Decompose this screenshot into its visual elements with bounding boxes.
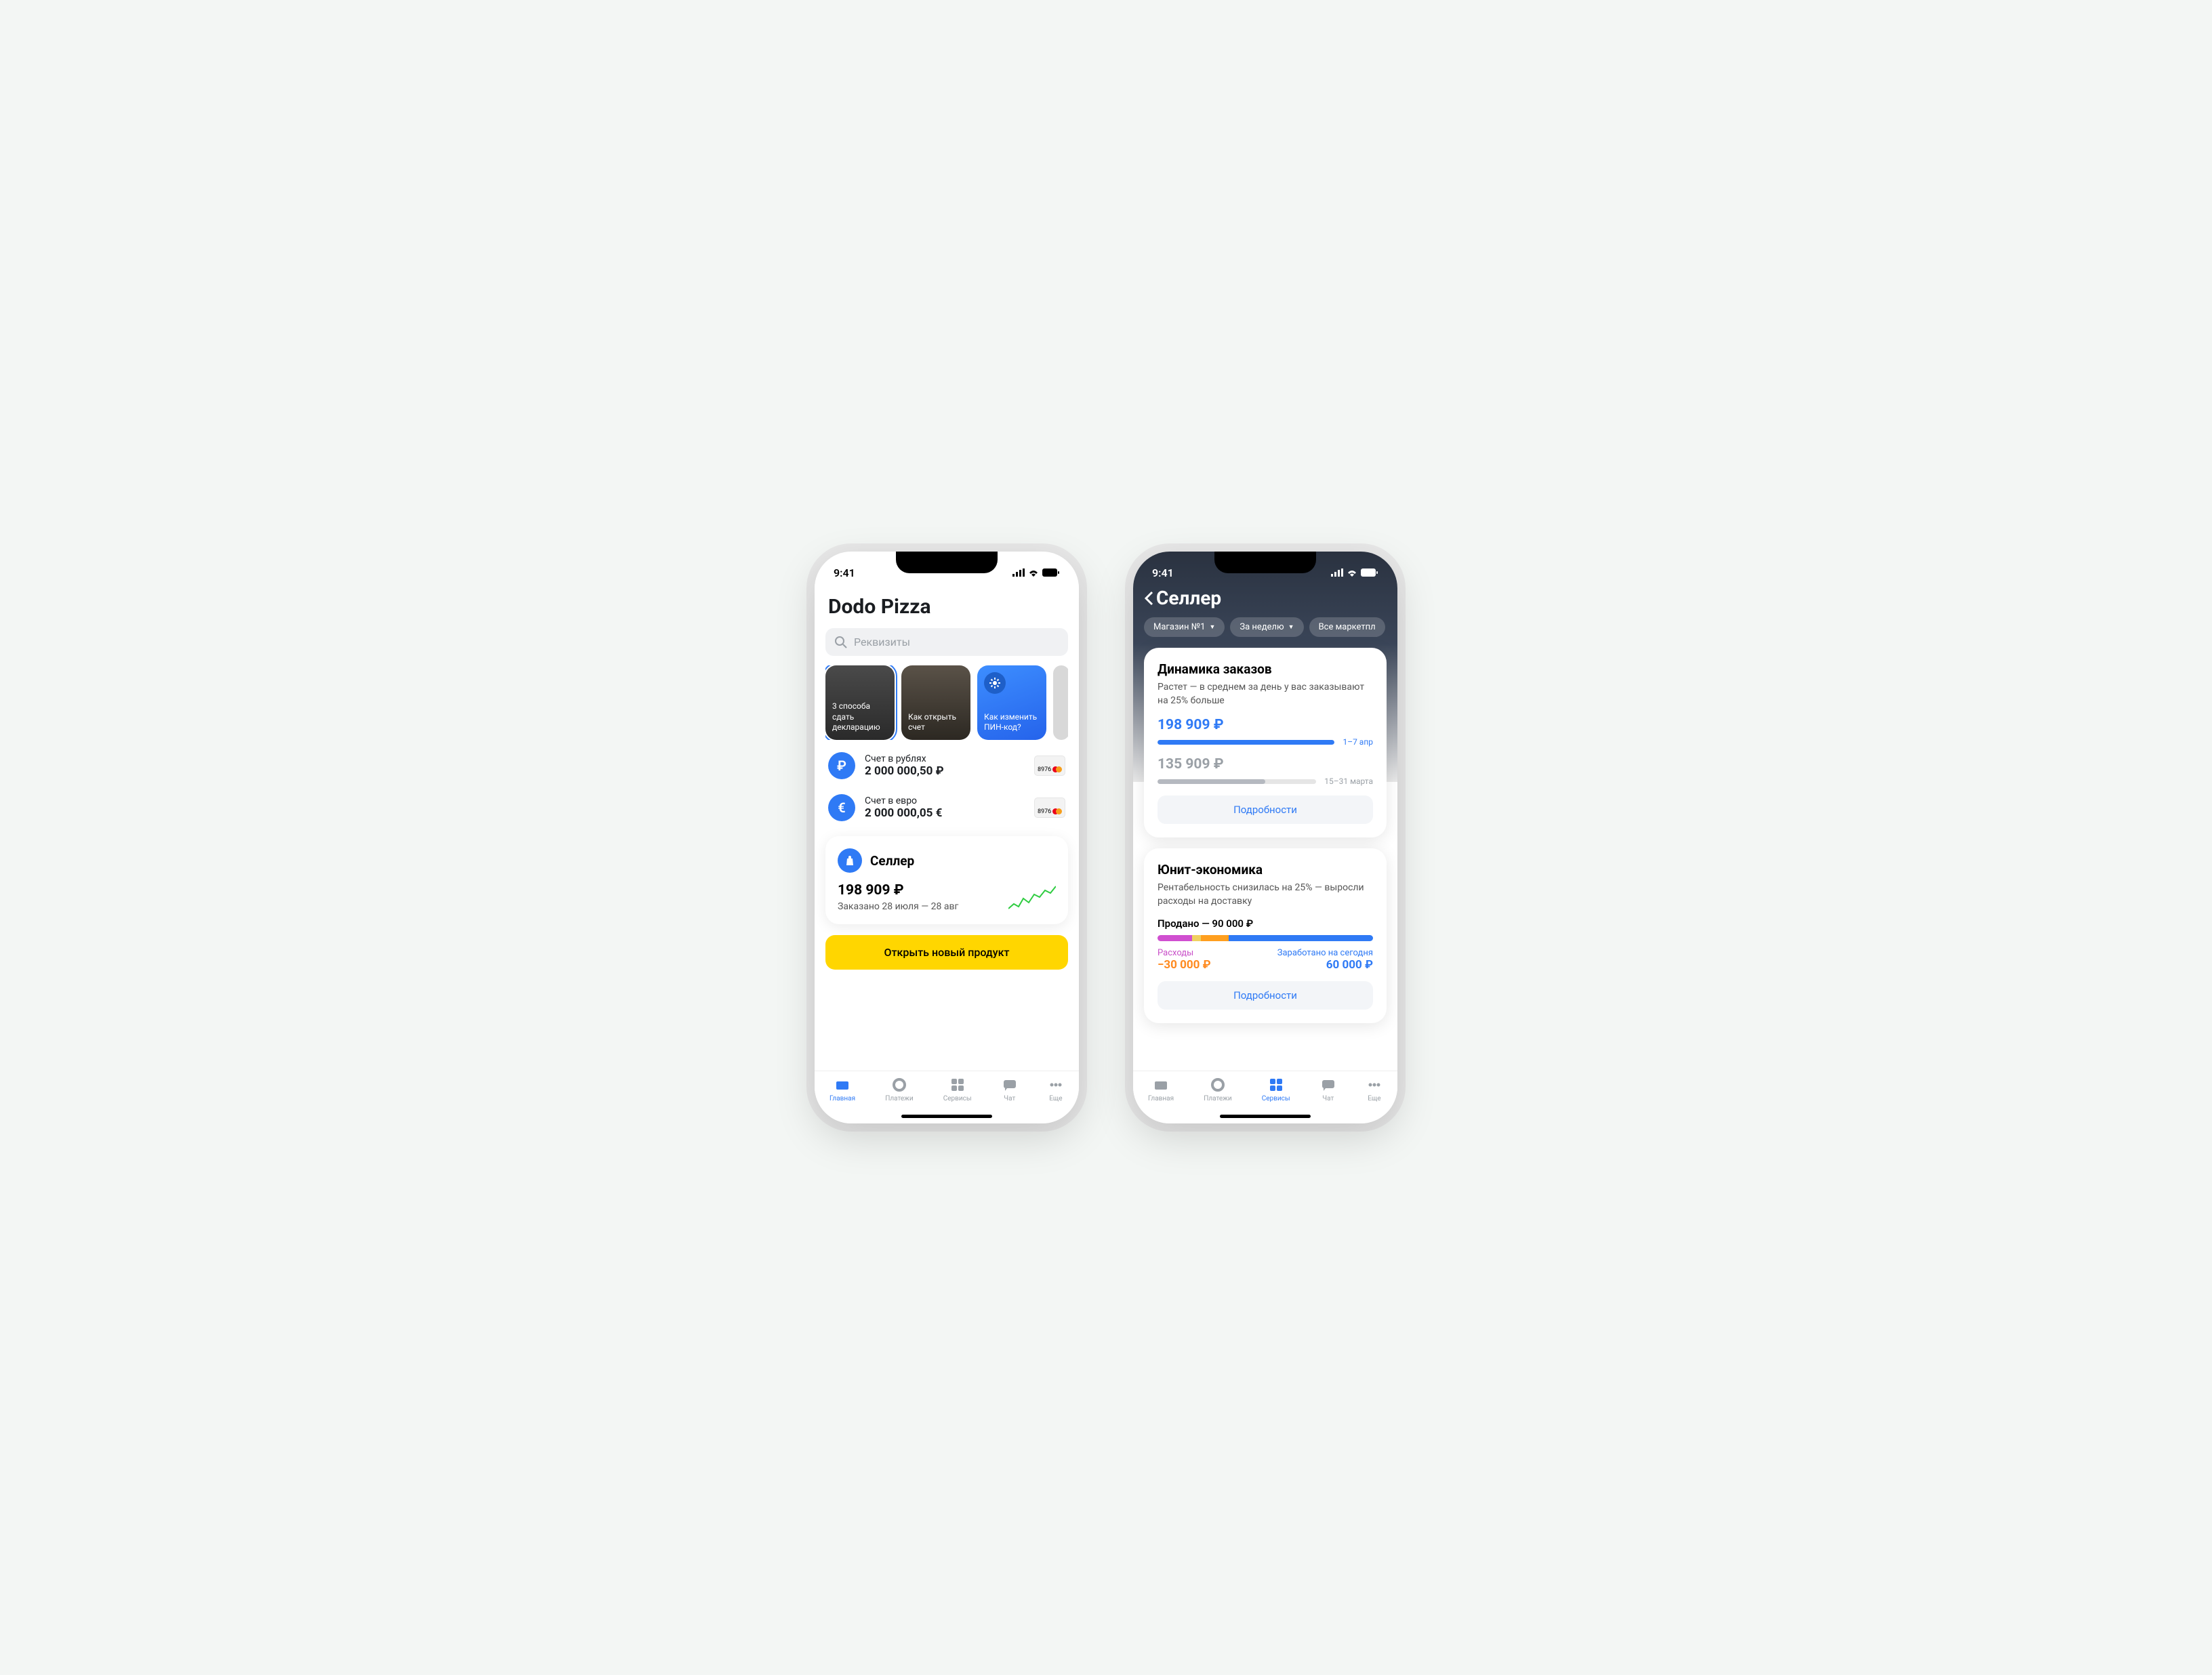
card-desc: Растет — в среднем за день у вас заказыв… (1158, 681, 1373, 707)
mastercard-icon (1052, 808, 1062, 814)
tab-more[interactable]: Еще (1048, 1077, 1064, 1123)
search-placeholder: Реквизиты (854, 636, 910, 648)
chevron-down-icon: ▼ (1288, 623, 1294, 631)
phone-home: 9:41 Dodo Pizza Реквизиты 3 способа сдат… (815, 552, 1079, 1123)
earned-label: Заработано на сегодня (1277, 948, 1373, 958)
details-button[interactable]: Подробности (1158, 981, 1373, 1010)
tab-chat[interactable]: Чат (1002, 1077, 1018, 1123)
details-button[interactable]: Подробности (1158, 795, 1373, 824)
seller-title: Селлер (870, 853, 914, 869)
tab-more[interactable]: Еще (1366, 1077, 1382, 1123)
prev-period: 15–31 марта (1324, 777, 1373, 786)
battery-icon (1042, 568, 1060, 577)
unit-economics-card: Юнит-экономика Рентабельность снизилась … (1144, 848, 1387, 1023)
euro-icon: € (828, 794, 855, 821)
chat-icon (1002, 1077, 1018, 1093)
notch (1214, 552, 1316, 573)
account-balance: 2 000 000,50 ₽ (865, 764, 1025, 778)
status-icons (1012, 568, 1060, 577)
notch (896, 552, 998, 573)
chevron-down-icon: ▼ (1209, 623, 1215, 631)
gear-icon (984, 672, 1006, 694)
account-eur[interactable]: € Счет в евро 2 000 000,05 € 8976 (828, 794, 1065, 821)
signal-icon (1012, 568, 1025, 577)
seller-screen: Селлер Магазин №1▼ За неделю▼ Все маркет… (1133, 584, 1397, 1071)
battery-icon (1361, 568, 1378, 577)
tab-chat[interactable]: Чат (1320, 1077, 1336, 1123)
ruble-icon: ₽ (828, 752, 855, 779)
stacked-bar (1158, 935, 1373, 941)
home-icon (834, 1077, 851, 1093)
mastercard-icon (1052, 766, 1062, 772)
stories-row[interactable]: 3 способа сдать декларацию Как открыть с… (825, 665, 1068, 740)
signal-icon (1331, 568, 1343, 577)
sparkline-icon (1008, 885, 1056, 912)
seller-subtitle: Заказано 28 июля — 28 авг (838, 901, 958, 912)
wifi-icon (1028, 568, 1039, 577)
account-card[interactable]: 8976 (1034, 798, 1065, 818)
payments-icon (1210, 1077, 1226, 1093)
current-bar (1158, 740, 1334, 745)
home-indicator[interactable] (1220, 1115, 1311, 1118)
status-time: 9:41 (834, 566, 855, 579)
search-icon (835, 636, 847, 648)
page-title: Dodo Pizza (828, 595, 1065, 619)
story-1[interactable]: 3 способа сдать декларацию (825, 665, 895, 740)
account-card[interactable]: 8976 (1034, 756, 1065, 776)
prev-bar (1158, 779, 1316, 784)
earned-value: 60 000 ₽ (1277, 958, 1373, 972)
card-title: Юнит-экономика (1158, 862, 1373, 877)
open-product-button[interactable]: Открыть новый продукт (825, 935, 1068, 970)
orders-card: Динамика заказов Растет — в среднем за д… (1144, 648, 1387, 838)
more-icon (1048, 1077, 1064, 1093)
current-period: 1–7 апр (1343, 737, 1373, 747)
services-icon (949, 1077, 966, 1093)
account-rub[interactable]: ₽ Счет в рублях 2 000 000,50 ₽ 8976 (828, 752, 1065, 779)
more-icon (1366, 1077, 1382, 1093)
account-label: Счет в евро (865, 795, 1025, 806)
chip-period[interactable]: За неделю▼ (1230, 617, 1303, 637)
card-desc: Рентабельность снизилась на 25% — выросл… (1158, 882, 1373, 908)
wifi-icon (1347, 568, 1357, 577)
expenses-value: −30 000 ₽ (1158, 958, 1211, 972)
services-icon (1268, 1077, 1284, 1093)
story-2[interactable]: Как открыть счет (901, 665, 970, 740)
current-value: 198 909 ₽ (1158, 717, 1373, 733)
search-input[interactable]: Реквизиты (825, 628, 1068, 656)
chevron-left-icon (1144, 591, 1153, 606)
prev-value: 135 909 ₽ (1158, 756, 1373, 772)
card-title: Динамика заказов (1158, 661, 1373, 677)
page-title: Селлер (1156, 587, 1221, 609)
filter-chips: Магазин №1▼ За неделю▼ Все маркетпл (1144, 617, 1387, 637)
status-time: 9:41 (1152, 566, 1174, 579)
status-icons (1331, 568, 1378, 577)
chip-marketplace[interactable]: Все маркетпл (1309, 617, 1385, 637)
chip-store[interactable]: Магазин №1▼ (1144, 617, 1225, 637)
phone-seller: 9:41 Селлер Магазин №1▼ За неделю▼ Все м… (1133, 552, 1397, 1123)
tab-home[interactable]: Главная (830, 1077, 855, 1123)
account-balance: 2 000 000,05 € (865, 806, 1025, 820)
back-row[interactable]: Селлер (1144, 587, 1387, 609)
sold-label: Продано — 90 000 ₽ (1158, 917, 1373, 930)
chat-icon (1320, 1077, 1336, 1093)
home-icon (1153, 1077, 1169, 1093)
account-label: Счет в рублях (865, 753, 1025, 764)
story-3[interactable]: Как изменить ПИН-код? (977, 665, 1046, 740)
seller-amount: 198 909 ₽ (838, 882, 958, 898)
bag-icon (838, 848, 862, 873)
tab-home[interactable]: Главная (1148, 1077, 1174, 1123)
home-screen: Dodo Pizza Реквизиты 3 способа сдать дек… (815, 584, 1079, 1071)
expenses-label: Расходы (1158, 948, 1211, 958)
seller-card[interactable]: Селлер 198 909 ₽ Заказано 28 июля — 28 а… (825, 836, 1068, 924)
payments-icon (891, 1077, 907, 1093)
story-4[interactable] (1053, 665, 1068, 740)
home-indicator[interactable] (901, 1115, 992, 1118)
